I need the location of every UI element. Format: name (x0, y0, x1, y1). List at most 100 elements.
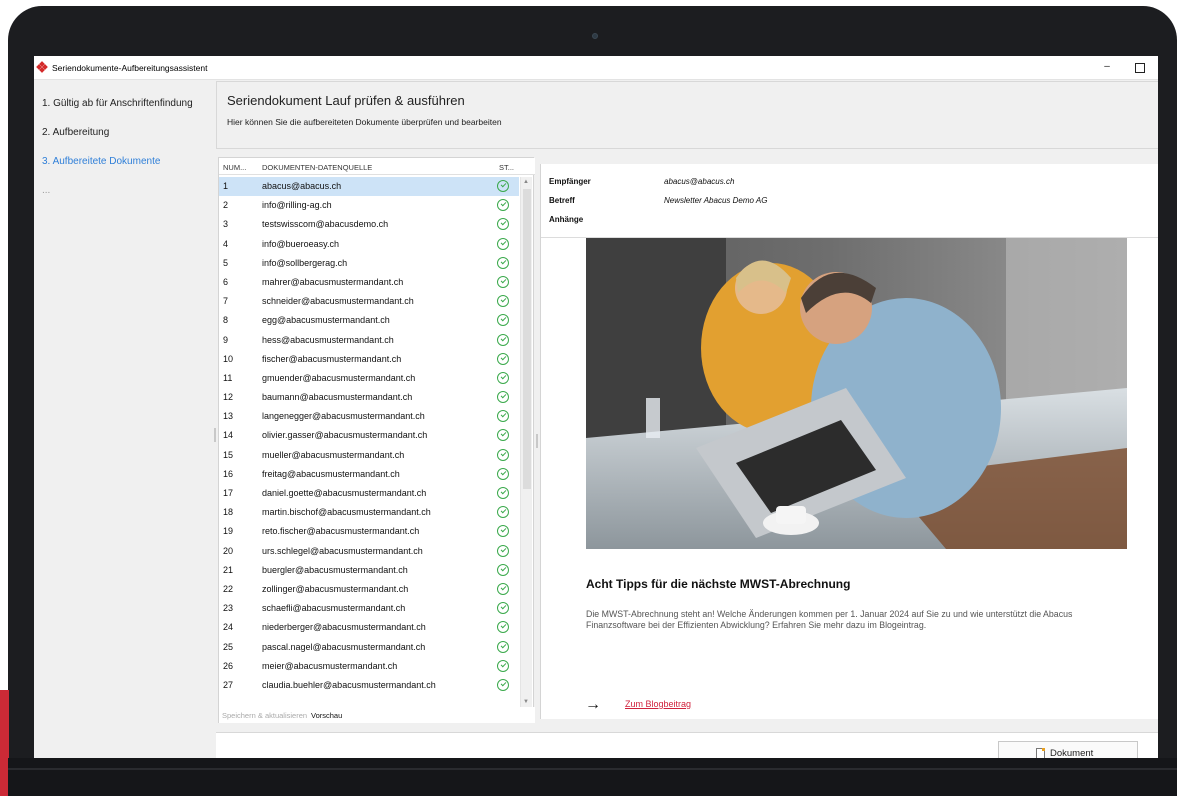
row-number: 14 (223, 430, 234, 441)
page-subtitle: Hier können Sie die aufbereiteten Dokume… (227, 117, 502, 127)
table-row[interactable]: 11 gmuender@abacusmustermandant.ch (219, 369, 519, 388)
table-row[interactable]: 5 info@sollbergerag.ch (219, 254, 519, 273)
row-number: 16 (223, 468, 234, 479)
scroll-down-icon[interactable]: ▼ (523, 699, 529, 705)
table-row[interactable]: 24 niederberger@abacusmustermandant.ch (219, 618, 519, 637)
newsletter-photo (586, 238, 1127, 549)
check-circle-icon (497, 218, 509, 231)
column-header-num[interactable]: NUM... (223, 163, 246, 172)
list-header: NUM... DOKUMENTEN-DATENQUELLE ST... (219, 158, 535, 175)
check-circle-icon (497, 391, 509, 404)
scroll-up-icon[interactable]: ▲ (523, 179, 529, 185)
row-datasource: fischer@abacusmustermandant.ch (262, 353, 402, 364)
splitter-handle[interactable] (536, 434, 538, 448)
table-row[interactable]: 15 mueller@abacusmustermandant.ch (219, 446, 519, 465)
check-circle-icon (497, 275, 509, 288)
row-datasource: claudia.buehler@abacusmustermandant.ch (262, 679, 436, 690)
check-circle-icon (497, 180, 509, 192)
table-row[interactable]: 26 meier@abacusmustermandant.ch (219, 657, 519, 676)
table-row[interactable]: 18 martin.bischof@abacusmustermandant.ch (219, 503, 519, 522)
row-number: 9 (223, 334, 229, 345)
table-row[interactable]: 1 abacus@abacus.ch (219, 177, 519, 197)
table-row[interactable]: 16 freitag@abacusmustermandant.ch (219, 465, 519, 484)
attachments-label: Anhänge (549, 215, 584, 224)
table-row[interactable]: 14 olivier.gasser@abacusmustermandant.ch (219, 426, 519, 445)
table-row[interactable]: 2 info@rilling-ag.ch (219, 196, 519, 215)
row-number: 18 (223, 507, 234, 518)
row-number: 5 (223, 257, 229, 268)
list-scrollbar[interactable]: ▲ ▼ (520, 177, 532, 707)
page-header: Seriendokument Lauf prüfen & ausführen H… (216, 81, 1158, 149)
row-number: 6 (223, 276, 229, 287)
check-circle-icon (497, 429, 509, 442)
row-datasource: info@sollbergerag.ch (262, 257, 348, 268)
footer-bar: Dokument bearbeiten (216, 732, 1158, 758)
check-circle-icon (497, 410, 509, 423)
row-datasource: buergler@abacusmustermandant.ch (262, 564, 408, 575)
column-header-status[interactable]: ST... (499, 163, 514, 172)
scroll-thumb[interactable] (523, 189, 531, 489)
splitter-handle[interactable] (214, 428, 216, 442)
table-row[interactable]: 10 fischer@abacusmustermandant.ch (219, 350, 519, 369)
check-circle-icon (497, 314, 509, 327)
laptop-hinge (8, 758, 1177, 796)
minimize-button[interactable]: – (1100, 61, 1114, 72)
wizard-step-1[interactable]: 1. Gültig ab für Anschriftenfindung (42, 98, 193, 109)
wizard-step-3[interactable]: 3. Aufbereitete Dokumente (42, 156, 160, 167)
document-edit-icon (1036, 748, 1045, 758)
edit-document-button[interactable]: Dokument bearbeiten (998, 741, 1138, 758)
page-title: Seriendokument Lauf prüfen & ausführen (227, 93, 465, 108)
table-row[interactable]: 17 daniel.goette@abacusmustermandant.ch (219, 484, 519, 503)
arrow-right-icon: → (585, 696, 601, 713)
table-row[interactable]: 21 buergler@abacusmustermandant.ch (219, 561, 519, 580)
row-datasource: pascal.nagel@abacusmustermandant.ch (262, 641, 426, 652)
check-circle-icon (497, 448, 509, 461)
check-circle-icon (497, 352, 509, 365)
article-title: Acht Tipps für die nächste MWST-Abrechnu… (586, 577, 851, 591)
recipient-value: abacus@abacus.ch (664, 177, 735, 186)
table-row[interactable]: 8 egg@abacusmustermandant.ch (219, 311, 519, 330)
table-row[interactable]: 4 info@bueroeasy.ch (219, 235, 519, 254)
check-circle-icon (497, 506, 509, 519)
recipient-label: Empfänger (549, 177, 591, 186)
check-circle-icon (497, 602, 509, 615)
table-row[interactable]: 20 urs.schlegel@abacusmustermandant.ch (219, 542, 519, 561)
table-row[interactable]: 6 mahrer@abacusmustermandant.ch (219, 273, 519, 292)
table-row[interactable]: 22 zollinger@abacusmustermandant.ch (219, 580, 519, 599)
table-row[interactable]: 9 hess@abacusmustermandant.ch (219, 331, 519, 350)
row-number: 8 (223, 315, 229, 326)
row-number: 13 (223, 411, 234, 422)
check-circle-icon (497, 199, 509, 212)
row-datasource: daniel.goette@abacusmustermandant.ch (262, 488, 427, 498)
blog-link[interactable]: Zum Blogbeitrag (625, 699, 691, 709)
table-row[interactable]: 12 baumann@abacusmustermandant.ch (219, 388, 519, 407)
table-row[interactable]: 25 pascal.nagel@abacusmustermandant.ch (219, 638, 519, 657)
table-row[interactable]: 3 testswisscom@abacusdemo.ch (219, 215, 519, 234)
edit-document-label: Dokument bearbeiten (1050, 748, 1094, 758)
row-datasource: egg@abacusmustermandant.ch (262, 315, 390, 326)
tab-save-refresh[interactable]: Speichern & aktualisieren (222, 711, 307, 720)
maximize-button[interactable] (1133, 61, 1147, 73)
wizard-step-more: ... (42, 185, 51, 196)
mail-meta: Empfänger abacus@abacus.ch Betreff Newsl… (541, 164, 1158, 238)
check-circle-icon (497, 678, 509, 691)
list-tabs: Speichern & aktualisieren Vorschau (219, 707, 535, 723)
row-datasource: freitag@abacusmustermandant.ch (262, 468, 400, 479)
tab-preview[interactable]: Vorschau (311, 711, 342, 720)
check-circle-icon (497, 237, 509, 250)
row-number: 17 (223, 488, 234, 498)
wizard-step-2[interactable]: 2. Aufbereitung (42, 127, 109, 138)
table-row[interactable]: 7 schneider@abacusmustermandant.ch (219, 292, 519, 311)
table-row[interactable]: 19 reto.fischer@abacusmustermandant.ch (219, 522, 519, 541)
row-number: 1 (223, 181, 229, 191)
check-circle-icon (497, 544, 509, 557)
table-row[interactable]: 13 langenegger@abacusmustermandant.ch (219, 407, 519, 426)
table-row[interactable]: 27 claudia.buehler@abacusmustermandant.ch (219, 676, 519, 695)
row-datasource: langenegger@abacusmustermandant.ch (262, 411, 425, 422)
row-datasource: schaefli@abacusmustermandant.ch (262, 603, 406, 614)
row-number: 25 (223, 641, 234, 652)
row-number: 24 (223, 622, 234, 633)
table-row[interactable]: 23 schaefli@abacusmustermandant.ch (219, 599, 519, 618)
column-header-datasource[interactable]: DOKUMENTEN-DATENQUELLE (262, 163, 372, 172)
row-datasource: olivier.gasser@abacusmustermandant.ch (262, 430, 428, 441)
